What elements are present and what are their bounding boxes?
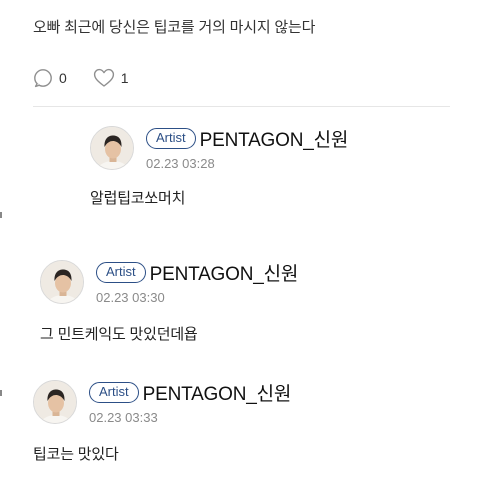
author-name[interactable]: PENTAGON_신원	[150, 259, 299, 286]
reply-item: Artist PENTAGON_신원 02.23 03:28 알럽팁코쏘머치	[90, 126, 348, 208]
timestamp: 02.23 03:28	[146, 156, 215, 171]
reply-item: Artist PENTAGON_신원 02.23 03:30 그 민트케익도 맛…	[40, 260, 298, 344]
reply-meta: Artist PENTAGON_신원 02.23 03:30	[96, 260, 298, 305]
comment-count: 0	[59, 70, 67, 86]
author-row: Artist PENTAGON_신원	[146, 125, 349, 152]
like-button[interactable]: 1	[93, 68, 129, 88]
author-name[interactable]: PENTAGON_신원	[143, 379, 292, 406]
post-actions: 0 1	[33, 68, 155, 88]
reply-meta: Artist PENTAGON_신원 02.23 03:28	[146, 126, 348, 171]
reply-text: 그 민트케익도 맛있던데욥	[40, 326, 198, 343]
post-thread: 오빠 최근에 당신은 팁코를 거의 마시지 않는다 0 1 Artist PEN…	[0, 0, 480, 490]
avatar[interactable]	[33, 380, 77, 424]
reply-header: Artist PENTAGON_신원 02.23 03:30	[40, 260, 298, 305]
timestamp: 02.23 03:30	[96, 290, 165, 305]
artist-badge: Artist	[96, 261, 146, 283]
reply-header: Artist PENTAGON_신원 02.23 03:28	[90, 126, 348, 171]
reply-text: 팁코는 맛있다	[33, 446, 119, 463]
reply-meta: Artist PENTAGON_신원 02.23 03:33	[89, 380, 291, 425]
artist-badge: Artist	[89, 381, 139, 403]
reply-header: Artist PENTAGON_신원 02.23 03:33	[33, 380, 291, 425]
heart-icon	[93, 68, 115, 88]
post-body-text: 오빠 최근에 당신은 팁코를 거의 마시지 않는다	[33, 19, 316, 36]
reply-item: Artist PENTAGON_신원 02.23 03:33 팁코는 맛있다	[33, 380, 291, 464]
avatar[interactable]	[90, 126, 134, 170]
edge-marker	[0, 212, 2, 218]
author-row: Artist PENTAGON_신원	[89, 379, 292, 406]
comment-bubble-icon	[33, 68, 53, 88]
comment-button[interactable]: 0	[33, 68, 67, 88]
reply-text: 알럽팁코쏘머치	[90, 190, 186, 207]
avatar[interactable]	[40, 260, 84, 304]
edge-marker	[0, 390, 2, 396]
artist-badge: Artist	[146, 127, 196, 149]
author-name[interactable]: PENTAGON_신원	[200, 125, 349, 152]
divider	[33, 106, 450, 107]
timestamp: 02.23 03:33	[89, 410, 158, 425]
author-row: Artist PENTAGON_신원	[96, 259, 299, 286]
like-count: 1	[120, 70, 129, 86]
